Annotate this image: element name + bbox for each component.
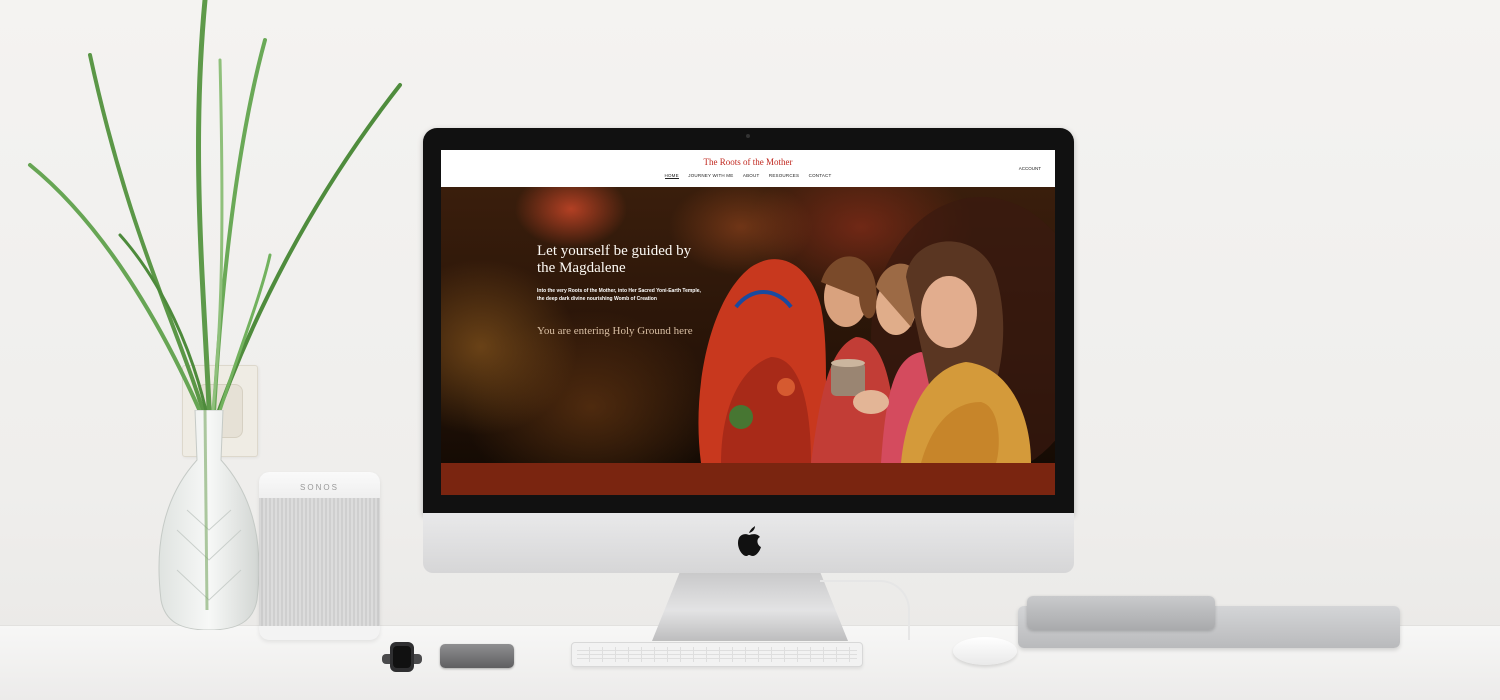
hero-text-block: Let yourself be guided by the Magdalene … <box>537 243 707 337</box>
keyboard-keys <box>577 647 857 662</box>
footer-color-band <box>441 463 1055 495</box>
hero-subtext: Into the very Roots of the Mother, into … <box>537 288 701 302</box>
hero-photo-women <box>698 197 1055 463</box>
mouse <box>953 637 1017 665</box>
nav-journey-with-me[interactable]: JOURNEY WITH ME <box>688 173 733 178</box>
camera-icon <box>746 134 750 138</box>
hero-tagline: You are entering Holy Ground here <box>537 325 693 337</box>
account-link[interactable]: ACCOUNT <box>1019 166 1041 171</box>
site-title[interactable]: The Roots of the Mother <box>441 157 1055 167</box>
power-cable <box>820 580 910 640</box>
nav-contact[interactable]: CONTACT <box>809 173 832 178</box>
keyboard <box>571 642 863 667</box>
smartphone <box>440 644 514 668</box>
smart-speaker: SONOS <box>259 472 380 640</box>
monitor-screen: The Roots of the Mother HOME JOURNEY WIT… <box>441 150 1055 495</box>
monitor-stand <box>652 573 848 641</box>
speaker-brand: SONOS <box>259 472 380 498</box>
site-nav: HOME JOURNEY WITH ME ABOUT RESOURCES CON… <box>441 173 1055 179</box>
nav-about[interactable]: ABOUT <box>743 173 760 178</box>
tablet <box>1027 596 1215 630</box>
site-header: The Roots of the Mother HOME JOURNEY WIT… <box>441 150 1055 187</box>
nav-home[interactable]: HOME <box>664 173 679 179</box>
glass-vase <box>158 410 260 630</box>
speaker-base <box>259 626 380 640</box>
hero-section: Let yourself be guided by the Magdalene … <box>441 187 1055 463</box>
smartwatch <box>382 642 422 672</box>
apple-logo-icon <box>738 526 761 556</box>
hero-heading: Let yourself be guided by the Magdalene <box>537 243 692 276</box>
nav-resources[interactable]: RESOURCES <box>769 173 799 178</box>
